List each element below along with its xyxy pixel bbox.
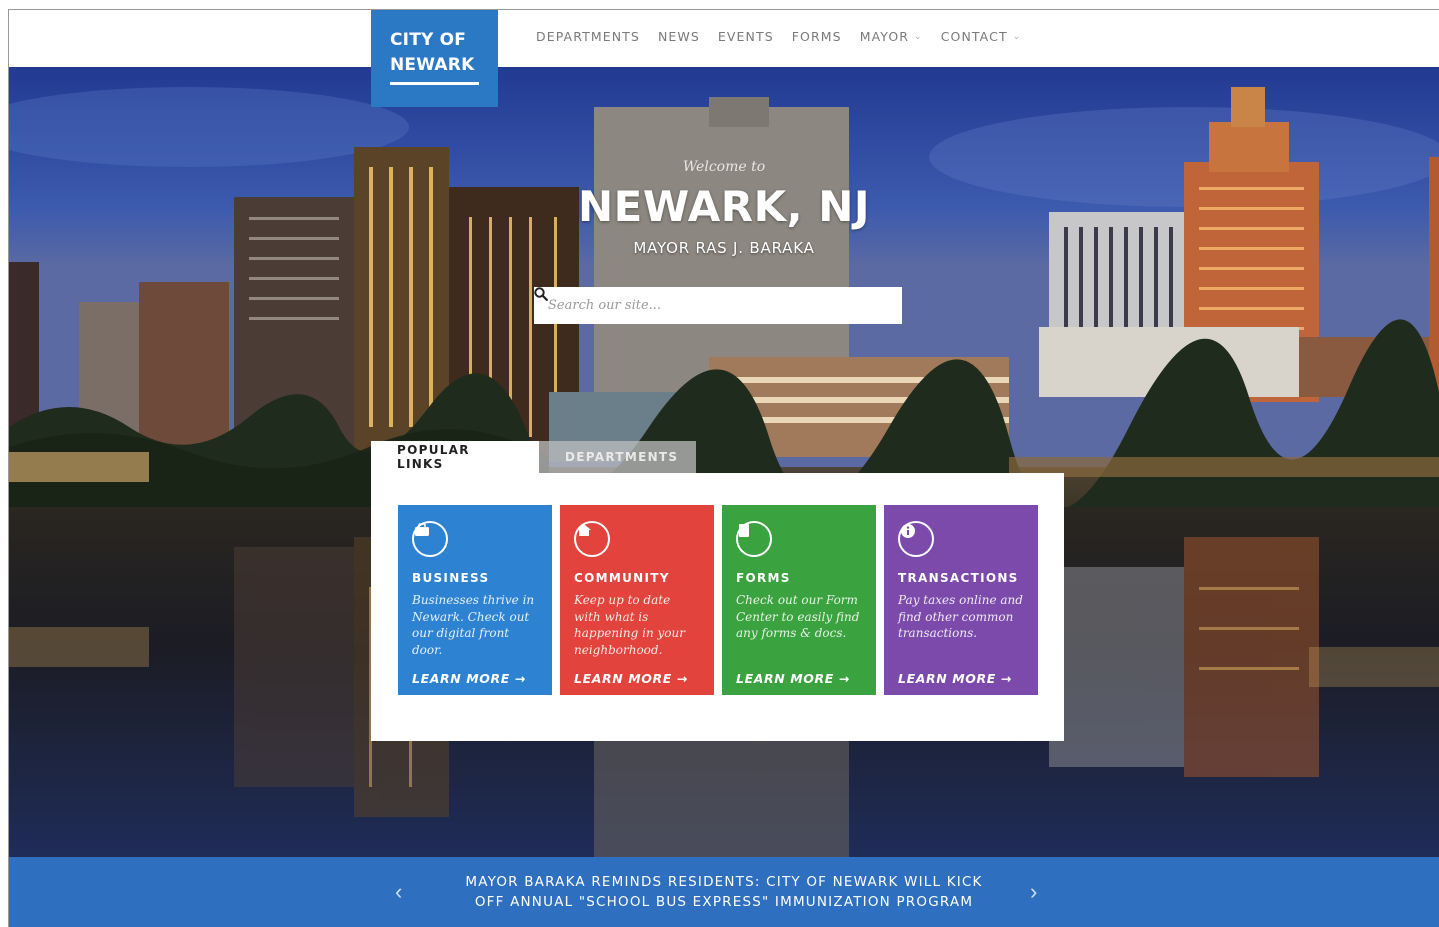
card-title: TRANSACTIONS [898, 571, 1019, 585]
browser-viewport: Welcome to NEWARK, NJ MAYOR RAS J. BARAK… [8, 9, 1439, 927]
logo-line-1: CITY OF [390, 30, 467, 50]
search-input[interactable] [534, 287, 868, 324]
chevron-down-icon: ⌄ [914, 31, 923, 42]
link-cards: BUSINESS Businesses thrive in Newark. Ch… [398, 505, 1038, 695]
nav-departments[interactable]: DEPARTMENTS [536, 29, 640, 44]
nav-contact[interactable]: CONTACT ⌄ [941, 29, 1022, 44]
hero-welcome-text: Welcome to [682, 159, 766, 175]
card-title: BUSINESS [412, 571, 490, 585]
site-header: DEPARTMENTS NEWS EVENTS FORMS MAYOR ⌄ CON… [9, 10, 1439, 67]
banner-message[interactable]: MAYOR BARAKA REMINDS RESIDENTS: CITY OF … [9, 872, 1439, 912]
home-icon [574, 521, 610, 557]
nav-label: DEPARTMENTS [536, 29, 640, 44]
tab-departments[interactable]: DEPARTMENTS [539, 441, 696, 473]
card-transactions[interactable]: TRANSACTIONS Pay taxes online and find o… [884, 505, 1038, 695]
hero-subtitle: MAYOR RAS J. BARAKA [633, 239, 815, 257]
hero-title: NEWARK, NJ [577, 182, 871, 231]
tab-popular-links[interactable]: POPULAR LINKS [371, 441, 539, 473]
info-icon [898, 521, 934, 557]
card-title: COMMUNITY [574, 571, 670, 585]
popular-links-panel: BUSINESS Businesses thrive in Newark. Ch… [371, 473, 1064, 741]
card-description: Pay taxes online and find other common t… [898, 593, 1023, 640]
card-description: Check out our Form Center to easily find… [736, 593, 860, 640]
nav-events[interactable]: EVENTS [718, 29, 774, 44]
learn-more-link[interactable]: LEARN MORE → [898, 671, 1012, 686]
links-tabs: POPULAR LINKS DEPARTMENTS [371, 441, 696, 473]
banner-line-2: OFF ANNUAL "SCHOOL BUS EXPRESS" IMMUNIZA… [474, 894, 974, 910]
card-forms[interactable]: FORMS Check out our Form Center to easil… [722, 505, 876, 695]
nav-label: NEWS [657, 29, 700, 44]
learn-more-link[interactable]: LEARN MORE → [736, 671, 850, 686]
briefcase-icon [412, 521, 448, 557]
card-business[interactable]: BUSINESS Businesses thrive in Newark. Ch… [398, 505, 552, 695]
nav-mayor[interactable]: MAYOR ⌄ [860, 29, 923, 44]
city-logo[interactable]: CITY OF NEWARK [371, 10, 498, 107]
card-community[interactable]: COMMUNITY Keep up to date with what is h… [560, 505, 714, 695]
chevron-right-icon[interactable]: › [1030, 879, 1037, 905]
nav-news[interactable]: NEWS [658, 29, 700, 44]
news-banner: ‹ MAYOR BARAKA REMINDS RESIDENTS: CITY O… [9, 857, 1439, 927]
card-description: Businesses thrive in Newark. Check out o… [412, 593, 535, 657]
site-search [534, 287, 902, 324]
banner-line-1: MAYOR BARAKA REMINDS RESIDENTS: CITY OF … [465, 874, 983, 890]
main-nav: DEPARTMENTS NEWS EVENTS FORMS MAYOR ⌄ CON… [536, 29, 1039, 44]
search-icon[interactable] [534, 287, 902, 324]
chevron-down-icon: ⌄ [1012, 31, 1022, 42]
nav-forms[interactable]: FORMS [792, 29, 842, 44]
nav-label: MAYOR [859, 29, 910, 44]
nav-label: CONTACT [940, 29, 1008, 44]
learn-more-link[interactable]: LEARN MORE → [412, 671, 526, 686]
nav-label: FORMS [791, 29, 842, 44]
card-title: FORMS [736, 571, 791, 585]
learn-more-link[interactable]: LEARN MORE → [574, 671, 688, 686]
card-description: Keep up to date with what is happening i… [574, 593, 685, 657]
document-icon [736, 521, 772, 557]
hero-section: Welcome to NEWARK, NJ MAYOR RAS J. BARAK… [9, 67, 1439, 857]
logo-underline [390, 82, 479, 85]
nav-label: EVENTS [717, 29, 774, 44]
logo-line-2: NEWARK [390, 55, 475, 75]
